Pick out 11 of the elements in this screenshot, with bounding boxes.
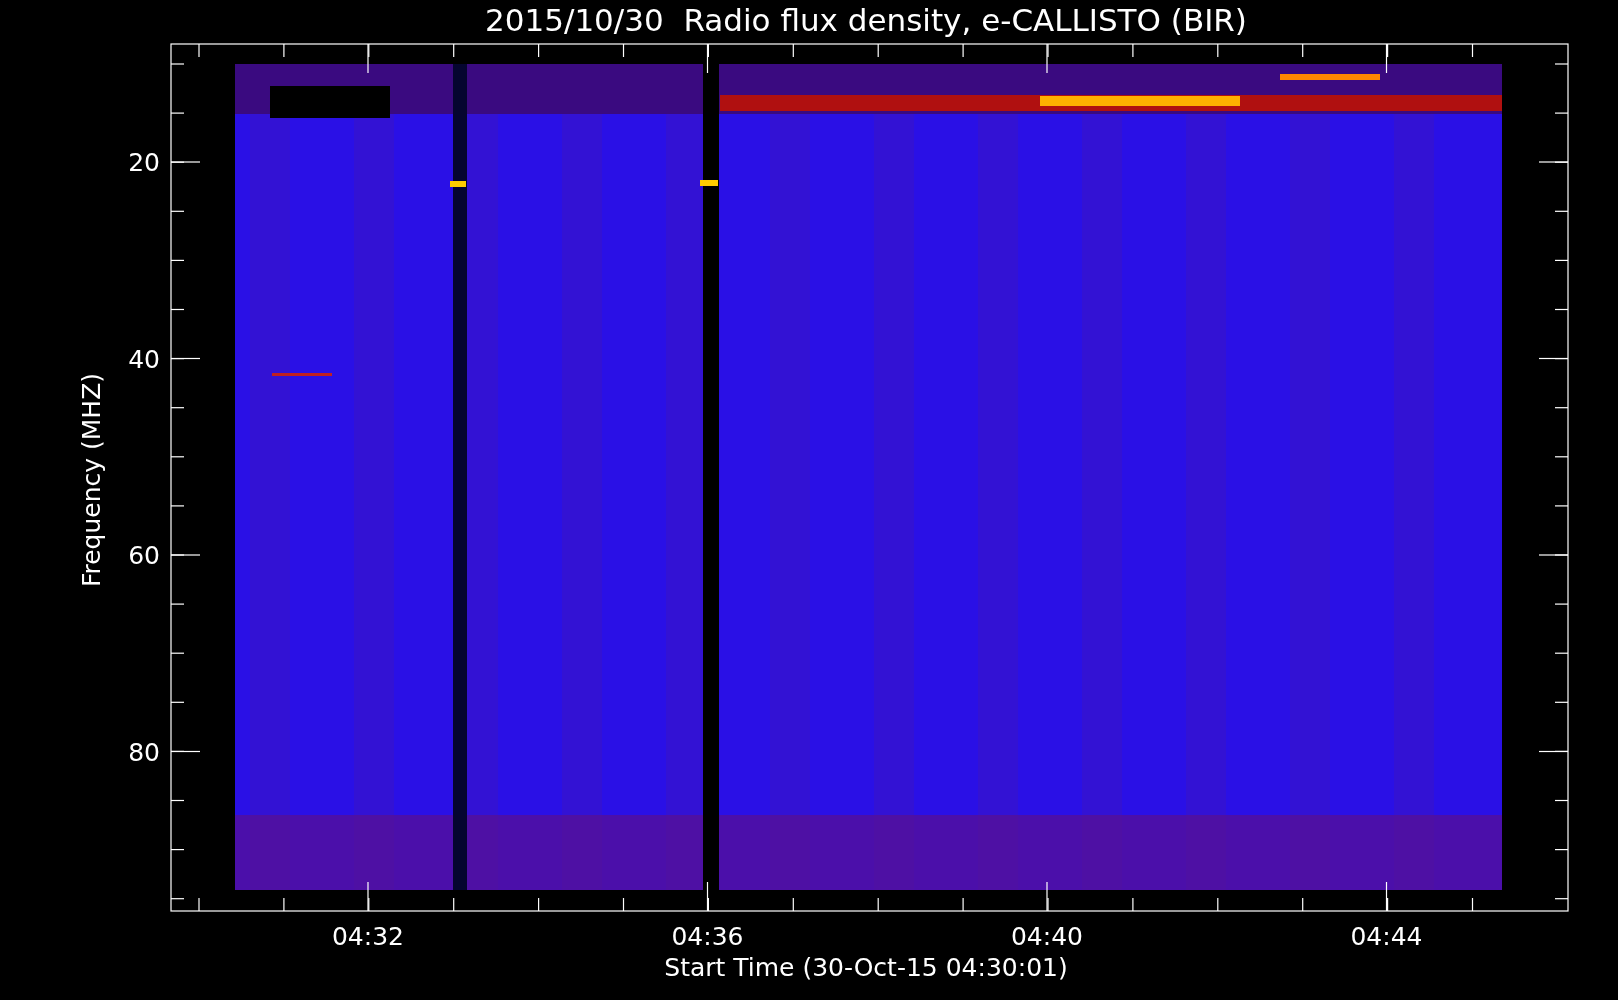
x-tick-label: 04:32 <box>332 922 404 951</box>
y-tick-label: 40 <box>128 344 160 374</box>
y-tick-label: 20 <box>128 148 160 177</box>
chart-title: 2015/10/30 Radio flux density, e-CALLISTO (BIR) <box>485 2 1247 38</box>
y-tick-label: 80 <box>128 737 160 767</box>
x-axis-label: Start Time (30-Oct-15 04:30:01) <box>664 953 1068 982</box>
x-tick-label: 04:44 <box>1350 922 1423 951</box>
y-axis-label: Frequency (MHZ) <box>77 372 106 588</box>
y-tick-label: 60 <box>128 541 160 570</box>
x-tick-label: 04:36 <box>671 922 744 951</box>
x-tick-label: 04:40 <box>1011 922 1083 951</box>
